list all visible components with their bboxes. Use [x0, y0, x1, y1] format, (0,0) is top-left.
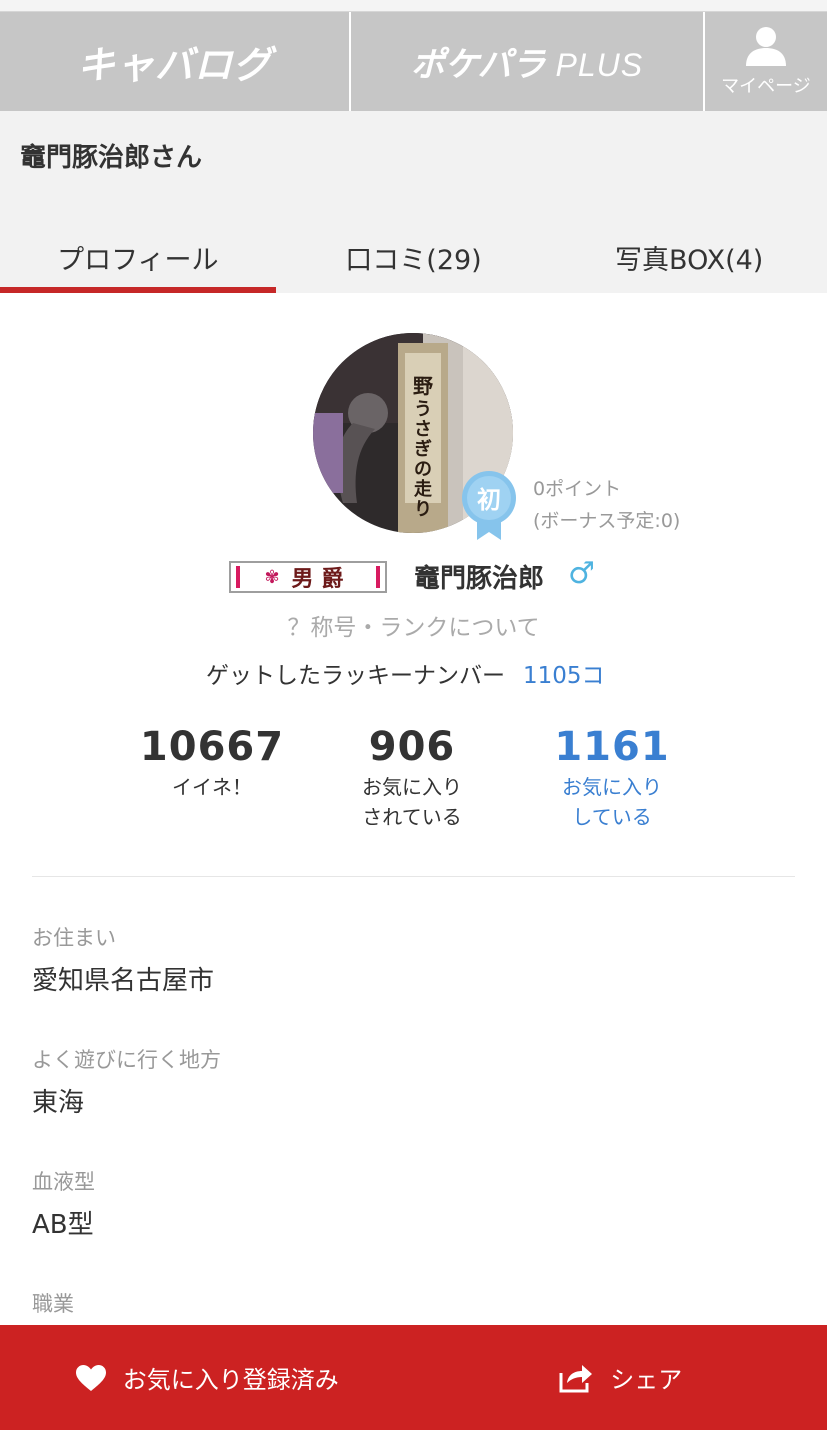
favorited-by-label-line1: お気に入り — [362, 775, 462, 799]
svg-text:り: り — [414, 499, 432, 520]
bonus-value: (ボーナス予定:0) — [533, 510, 681, 532]
detail-value: 愛知県名古屋市 — [32, 966, 215, 996]
favorited-by-label-line2: されている — [362, 805, 462, 829]
tab-reviews[interactable]: 口コミ(29) — [276, 221, 552, 293]
detail-blood-type: 血液型 AB型 — [32, 1166, 95, 1241]
share-button-label: シェア — [610, 1366, 683, 1394]
stats: 10667 イイネ！ 906 お気に入り されている 1161 お気に入り して… — [112, 724, 712, 834]
rank-crest-icon: ✾ — [264, 566, 280, 588]
display-name: 竈門豚治郎 — [414, 564, 545, 594]
favorites-label-line1: お気に入り — [562, 775, 662, 799]
divider — [32, 876, 795, 877]
favorites-label-line2: している — [572, 805, 652, 829]
svg-text:野: 野 — [413, 374, 433, 398]
top-navigation: キャバログ ポケパラ PLUS マイページ — [0, 12, 827, 111]
favorites-count: 1161 — [554, 724, 670, 770]
pokepara-plus-logo-link[interactable]: ポケパラ PLUS — [351, 12, 705, 111]
detail-label: よく遊びに行く地方 — [32, 1048, 221, 1072]
detail-occupation: 職業 — [32, 1288, 74, 1318]
detail-region: よく遊びに行く地方 東海 — [32, 1044, 221, 1119]
svg-text:ぎ: ぎ — [414, 438, 432, 460]
svg-text:さ: さ — [414, 419, 432, 440]
pokepara-logo: ポケパラ PLUS — [410, 45, 644, 85]
likes-stat: 10667 イイネ！ — [112, 724, 312, 802]
status-strip — [0, 0, 827, 12]
favorite-button-label: お気に入り登録済み — [122, 1366, 339, 1394]
bottom-action-bar: お気に入り登録済み シェア — [0, 1325, 827, 1430]
detail-label: 職業 — [32, 1292, 74, 1316]
share-button[interactable]: シェア — [414, 1325, 827, 1430]
svg-text:う: う — [414, 399, 432, 420]
lucky-number-value[interactable]: 1105コ — [523, 663, 605, 689]
user-header: 竈門豚治郎さん プロフィール 口コミ(29) 写真BOX(4) — [0, 111, 827, 293]
favorited-by-count: 906 — [368, 724, 456, 770]
lucky-number-label: ゲットしたラッキーナンバー — [206, 663, 505, 689]
favorite-button[interactable]: お気に入り登録済み — [0, 1325, 414, 1430]
tab-profile[interactable]: プロフィール — [0, 221, 276, 293]
rank-info-link[interactable]: ？称号・ランクについて — [0, 608, 827, 642]
tab-photo-box[interactable]: 写真BOX(4) — [551, 221, 827, 293]
lucky-number-row: ゲットしたラッキーナンバー 1105コ — [206, 656, 605, 690]
detail-label: 血液型 — [32, 1170, 95, 1194]
profile-tabs: プロフィール 口コミ(29) 写真BOX(4) — [0, 221, 827, 293]
page-title: 竈門豚治郎さん — [20, 143, 203, 173]
points-value: 0ポイント — [533, 478, 622, 500]
svg-text:走: 走 — [414, 479, 432, 500]
favorites-stat[interactable]: 1161 お気に入り している — [512, 724, 712, 832]
svg-text:の: の — [414, 459, 432, 480]
mypage-label: マイページ — [721, 75, 811, 97]
points-info: 0ポイント (ボーナス予定:0) — [533, 473, 680, 537]
cabalog-logo: キャバログ — [76, 43, 272, 87]
cabalog-logo-link[interactable]: キャバログ — [0, 12, 351, 111]
detail-residence: お住まい 愛知県名古屋市 — [32, 922, 214, 997]
detail-value: AB型 — [32, 1210, 94, 1240]
heart-icon — [75, 1364, 106, 1391]
likes-count: 10667 — [139, 724, 285, 770]
male-icon: ♂ — [568, 556, 595, 591]
favorited-by-stat: 906 お気に入り されている — [312, 724, 512, 832]
detail-label: お住まい — [32, 926, 116, 950]
likes-label: イイネ！ — [172, 775, 252, 799]
name-row: ✾ 男爵 竈門豚治郎 ♂ — [0, 556, 827, 598]
rank-title: 男爵 — [291, 566, 352, 592]
user-icon — [746, 26, 786, 66]
beginner-badge-label: 初 — [477, 486, 501, 514]
share-icon — [559, 1364, 593, 1392]
mypage-button[interactable]: マイページ — [705, 12, 827, 111]
rank-plate: ✾ 男爵 — [229, 561, 387, 593]
detail-value: 東海 — [32, 1088, 85, 1118]
